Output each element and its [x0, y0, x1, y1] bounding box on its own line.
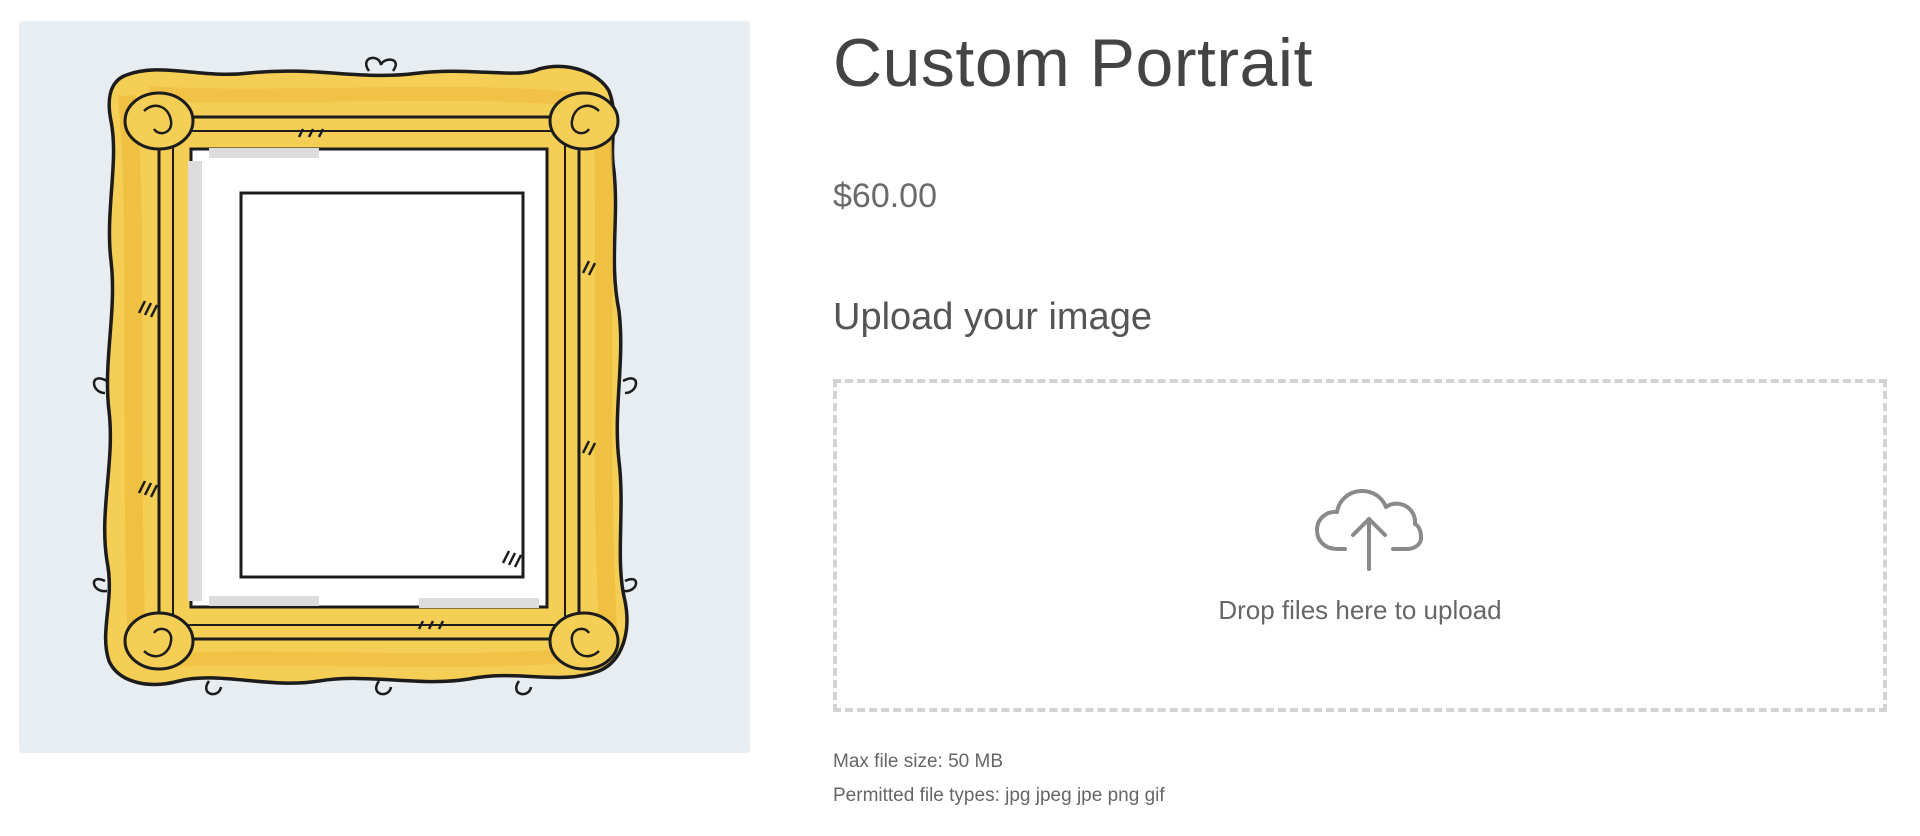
product-image[interactable] [19, 21, 750, 753]
product-price: $60.00 [833, 177, 937, 215]
permitted-file-types: Permitted file types: jpg jpeg jpe png g… [833, 785, 1165, 806]
max-file-size: Max file size: 50 MB [833, 751, 1003, 772]
picture-frame-icon [92, 56, 638, 696]
product-title: Custom Portrait [833, 25, 1313, 101]
file-dropzone[interactable]: Drop files here to upload [833, 379, 1887, 712]
product-page: Custom Portrait $60.00 Upload your image… [0, 0, 1920, 836]
upload-label: Upload your image [833, 296, 1152, 338]
dropzone-text: Drop files here to upload [1218, 595, 1502, 625]
cloud-upload-icon [1315, 489, 1423, 571]
